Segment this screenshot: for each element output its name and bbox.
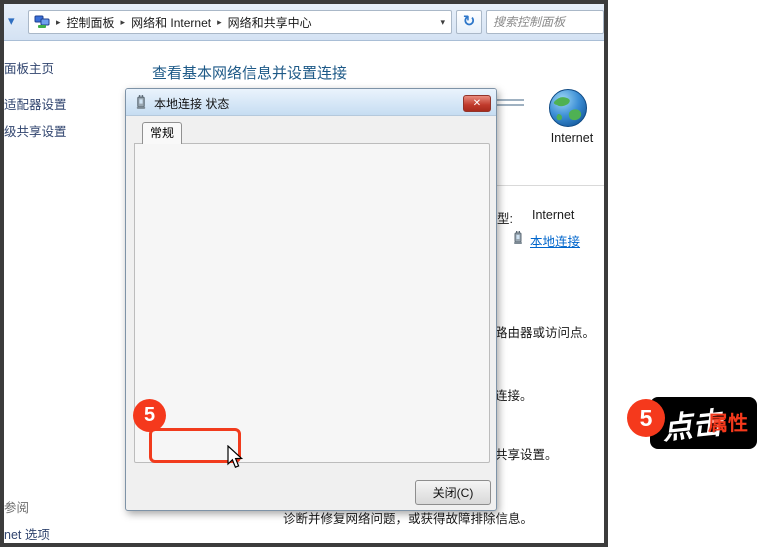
search-input[interactable]	[487, 11, 603, 33]
breadcrumb-network-internet[interactable]: 网络和 Internet	[131, 14, 211, 31]
tab-page	[134, 143, 490, 463]
page-title: 查看基本网络信息并设置连接	[152, 62, 347, 83]
annotation-step-badge-margin: 5	[627, 399, 665, 437]
breadcrumb-control-panel[interactable]: 控制面板	[67, 14, 115, 31]
text-fragment-sharing: 共享设置。	[495, 444, 558, 463]
annotation-target-text: 属性	[708, 407, 748, 436]
dialog-connection-icon	[134, 94, 148, 113]
text-fragment-router: 路由器或访问点。	[495, 322, 595, 341]
search-box[interactable]	[486, 10, 604, 34]
close-button[interactable]: 关闭(C)	[415, 480, 491, 505]
toolbar: ▾ ▸ 控制面板 ▸ 网络和 Internet ▸ 网络和共享中心 ▾ ↻	[4, 4, 604, 41]
annotation-step-badge: 5	[133, 399, 166, 432]
screenshot-frame: ▾ ▸ 控制面板 ▸ 网络和 Internet ▸ 网络和共享中心 ▾ ↻	[0, 0, 608, 547]
step-number: 5	[640, 405, 653, 432]
refresh-button[interactable]: ↻	[456, 10, 482, 34]
sidebar-item-internet-options[interactable]: net 选项	[4, 524, 50, 543]
address-bar[interactable]: ▸ 控制面板 ▸ 网络和 Internet ▸ 网络和共享中心 ▾	[28, 10, 452, 34]
dialog-close-button[interactable]: ✕	[463, 95, 491, 112]
internet-map-label: Internet	[540, 131, 604, 145]
local-area-connection-link[interactable]: 本地连接	[530, 231, 580, 250]
internet-globe-icon[interactable]	[548, 88, 588, 133]
step-number: 5	[144, 404, 155, 427]
refresh-icon: ↻	[463, 13, 476, 30]
local-connection-status-dialog: 本地连接 状态 ✕ 常规 连接 IPv4 连接: Internet IPv6 连…	[125, 88, 497, 511]
section-divider	[492, 185, 604, 186]
breadcrumb-arrow-icon: ▸	[56, 17, 61, 28]
close-button-label: 关闭(C)	[433, 484, 474, 501]
breadcrumb-arrow-icon: ▸	[121, 17, 126, 28]
nav-history-caret-icon[interactable]: ▾	[8, 13, 15, 29]
network-sharing-center-icon	[34, 14, 50, 30]
sidebar-item-advanced-sharing-settings[interactable]: 级共享设置	[4, 121, 67, 140]
connection-icon	[512, 230, 524, 250]
sidebar-see-also-heading: 参阅	[4, 497, 29, 516]
address-dropdown-icon[interactable]: ▾	[440, 17, 445, 28]
access-type-label: 型:	[497, 208, 513, 227]
text-fragment-connection: 连接。	[495, 385, 533, 404]
sidebar-item-control-panel-home[interactable]: 面板主页	[4, 58, 54, 77]
breadcrumb-arrow-icon: ▸	[217, 17, 222, 28]
tab-general[interactable]: 常规	[142, 122, 182, 144]
dialog-title: 本地连接 状态	[154, 95, 229, 112]
sidebar-item-change-adapter-settings[interactable]: 适配器设置	[4, 94, 67, 113]
dialog-titlebar[interactable]: 本地连接 状态 ✕	[126, 89, 496, 116]
access-type-value: Internet	[532, 208, 574, 222]
close-icon: ✕	[473, 98, 481, 109]
mouse-cursor	[227, 445, 244, 474]
breadcrumb-network-sharing-center[interactable]: 网络和共享中心	[228, 14, 312, 31]
